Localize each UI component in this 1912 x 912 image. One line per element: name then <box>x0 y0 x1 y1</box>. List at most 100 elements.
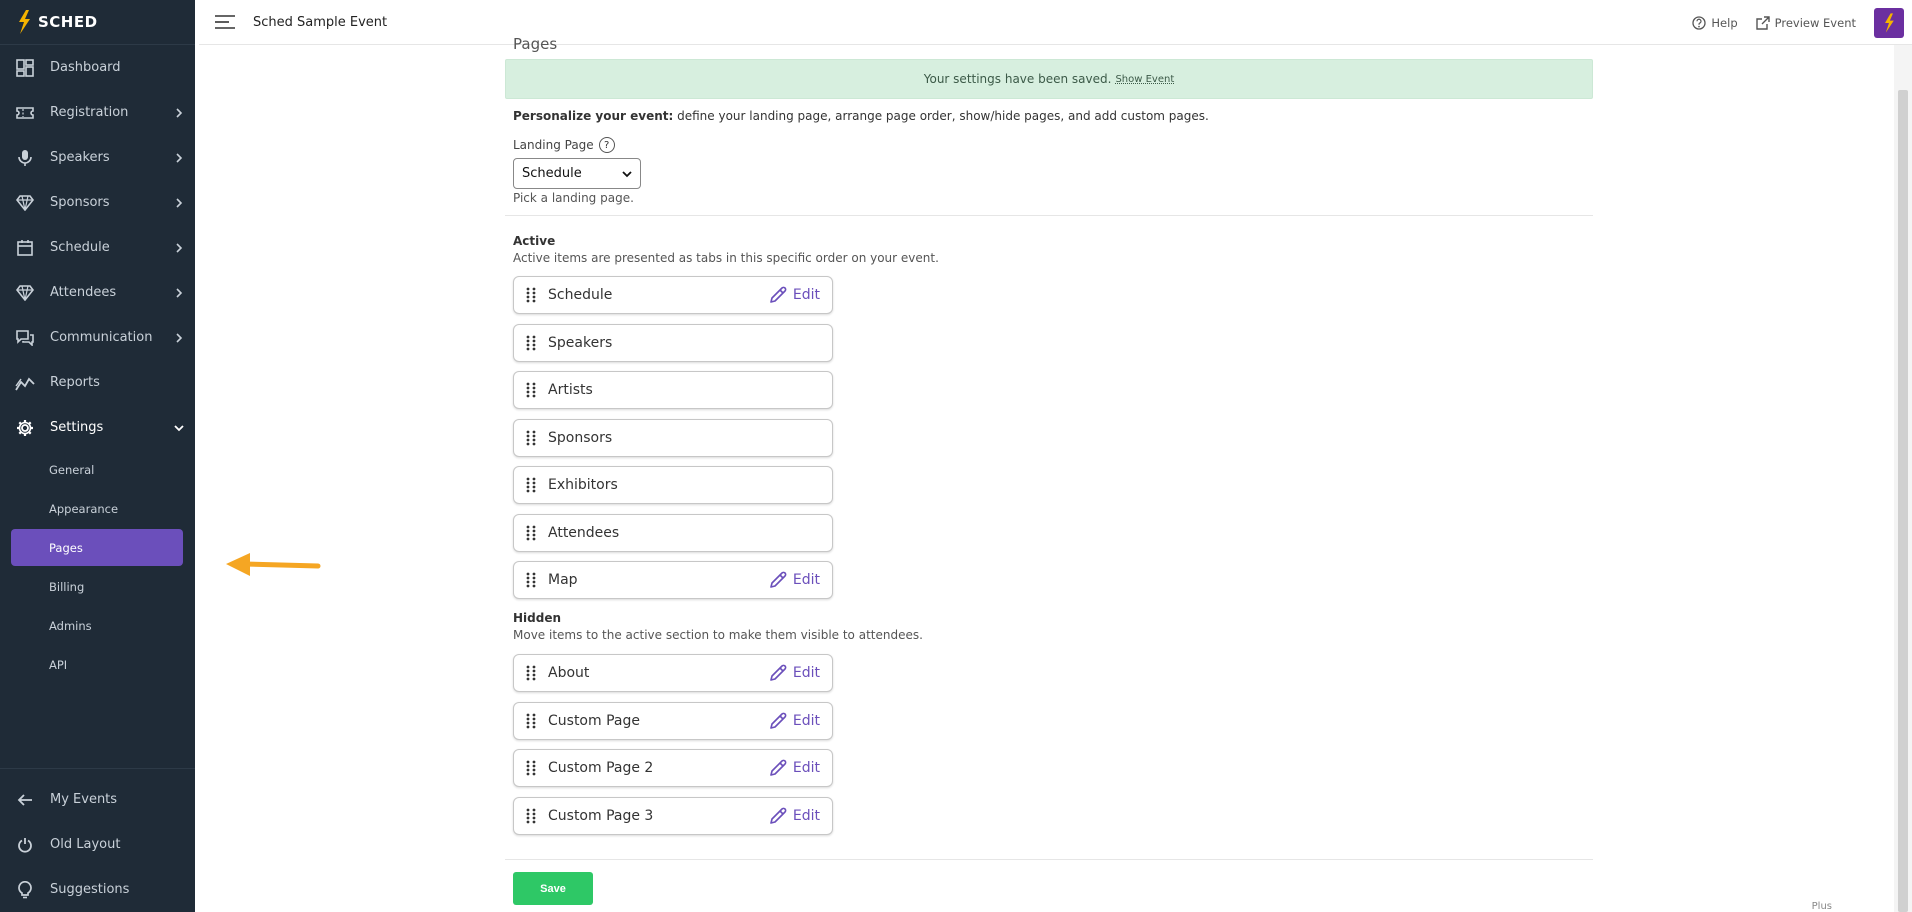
show-event-link[interactable]: Show Event <box>1115 74 1174 85</box>
pencil-icon <box>770 759 787 776</box>
hamburger-menu-icon[interactable] <box>213 10 237 34</box>
save-button[interactable]: Save <box>513 872 593 905</box>
edit-button[interactable]: Edit <box>769 571 820 589</box>
subnav-item-appearance[interactable]: Appearance <box>0 489 199 528</box>
chevron-right-icon <box>174 197 184 208</box>
pencil-icon <box>770 664 787 681</box>
chart-icon <box>15 373 35 393</box>
page-item-name: Schedule <box>548 287 613 303</box>
calendar-icon <box>15 238 35 258</box>
sidebar-item-old-layout[interactable]: Old Layout <box>0 822 199 867</box>
sidebar-item-label: Speakers <box>50 150 110 165</box>
drag-handle-icon[interactable] <box>526 572 536 588</box>
sidebar-item-label: Schedule <box>50 240 110 255</box>
drag-handle-icon[interactable] <box>526 287 536 303</box>
page-item-name: Custom Page 2 <box>548 760 654 776</box>
drag-handle-icon[interactable] <box>526 430 536 446</box>
sidebar-item-label: Dashboard <box>50 60 121 75</box>
power-icon <box>15 835 35 855</box>
page-item[interactable]: Speakers <box>513 323 833 362</box>
preview-event-link[interactable]: Preview Event <box>1755 15 1856 30</box>
sidebar-item-registration[interactable]: Registration <box>0 90 199 135</box>
drag-handle-icon[interactable] <box>526 477 536 493</box>
topbar: Sched Sample Event Help Preview Event <box>199 0 1912 45</box>
edit-label: Edit <box>792 572 820 588</box>
diamond-icon <box>15 193 35 213</box>
drag-handle-icon[interactable] <box>526 525 536 541</box>
external-link-icon <box>1755 15 1770 30</box>
page-item[interactable]: Sponsors <box>513 418 833 457</box>
drag-handle-icon[interactable] <box>526 760 536 776</box>
scrollbar-thumb[interactable] <box>1898 90 1908 912</box>
subnav-item-api[interactable]: API <box>0 645 199 684</box>
topbar-actions: Help Preview Event <box>1692 0 1912 45</box>
page-item[interactable]: Map Edit <box>513 561 833 599</box>
edit-button[interactable]: Edit <box>769 286 820 304</box>
edit-button[interactable]: Edit <box>769 807 820 825</box>
scrollbar[interactable] <box>1894 45 1912 912</box>
edit-button[interactable]: Edit <box>769 664 820 682</box>
app-root: SCHED Dashboard Registration Speakers Sp… <box>0 0 1912 912</box>
page-item[interactable]: Schedule Edit <box>513 276 833 314</box>
chevron-right-icon <box>174 332 184 343</box>
drag-handle-icon[interactable] <box>526 713 536 729</box>
sidebar-item-label: My Events <box>50 792 118 807</box>
sidebar-item-dashboard[interactable]: Dashboard <box>0 45 199 90</box>
help-link[interactable]: Help <box>1692 16 1738 30</box>
edit-label: Edit <box>792 807 820 824</box>
sidebar-bottom: My Events Old Layout Suggestions <box>0 768 199 912</box>
edit-label: Edit <box>792 287 820 303</box>
sidebar-item-schedule[interactable]: Schedule <box>0 225 199 270</box>
edit-button[interactable]: Edit <box>769 712 820 730</box>
ticket-icon <box>15 103 35 123</box>
sidebar-item-sponsors[interactable]: Sponsors <box>0 180 199 225</box>
chevron-right-icon <box>174 107 184 118</box>
subnav-item-admins[interactable]: Admins <box>0 606 199 645</box>
chat-icon <box>15 328 35 348</box>
pencil-icon <box>770 571 787 588</box>
edit-label: Edit <box>792 760 820 776</box>
drag-handle-icon[interactable] <box>526 335 536 351</box>
plan-label: Plus <box>1811 901 1832 912</box>
event-title: Sched Sample Event <box>253 14 388 30</box>
logo[interactable]: SCHED <box>0 0 199 45</box>
success-alert: Your settings have been saved. Show Even… <box>505 59 1593 99</box>
drag-handle-icon[interactable] <box>526 665 536 681</box>
drag-handle-icon[interactable] <box>526 382 536 398</box>
page-item[interactable]: Custom Page 3 Edit <box>513 796 833 835</box>
page-item[interactable]: Exhibitors <box>513 466 833 504</box>
page-item[interactable]: Custom Page 2 Edit <box>513 749 833 787</box>
page-item-name: Attendees <box>548 524 620 541</box>
sidebar-item-label: Attendees <box>50 285 117 300</box>
gear-icon <box>15 418 35 438</box>
page-item-name: Map <box>548 572 578 588</box>
sidebar-item-label: Suggestions <box>50 882 130 897</box>
sidebar-item-attendees[interactable]: Attendees <box>0 270 199 315</box>
page-item[interactable]: Custom Page Edit <box>513 701 833 740</box>
subnav-item-pages[interactable]: Pages <box>11 529 183 566</box>
page-item[interactable]: About Edit <box>513 654 833 692</box>
sidebar-item-settings[interactable]: Settings <box>0 405 199 450</box>
annotation-arrow-icon <box>226 553 321 576</box>
avatar[interactable] <box>1874 7 1904 38</box>
sidebar-item-speakers[interactable]: Speakers <box>0 135 199 180</box>
landing-page-value: Schedule <box>522 166 582 181</box>
page-item[interactable]: Artists <box>513 371 833 409</box>
sidebar-item-communication[interactable]: Communication <box>0 315 199 360</box>
sidebar-item-my-events[interactable]: My Events <box>0 777 199 822</box>
subnav-item-billing[interactable]: Billing <box>0 567 199 606</box>
landing-help-icon[interactable]: ? <box>598 137 615 153</box>
sidebar-item-label: Reports <box>50 375 100 390</box>
page-item[interactable]: Attendees <box>513 513 833 552</box>
sidebar-item-suggestions[interactable]: Suggestions <box>0 867 199 912</box>
edit-button[interactable]: Edit <box>769 759 820 777</box>
subnav-item-general[interactable]: General <box>0 450 199 489</box>
drag-handle-icon[interactable] <box>526 808 536 824</box>
sidebar-item-reports[interactable]: Reports <box>0 360 199 405</box>
landing-page-select[interactable]: Schedule <box>513 158 641 189</box>
page-item-name: About <box>548 665 590 681</box>
sidebar-item-label: Settings <box>50 420 104 435</box>
chevron-right-icon <box>174 152 184 163</box>
divider <box>505 215 1593 216</box>
sidebar-item-label: Sponsors <box>50 195 110 210</box>
